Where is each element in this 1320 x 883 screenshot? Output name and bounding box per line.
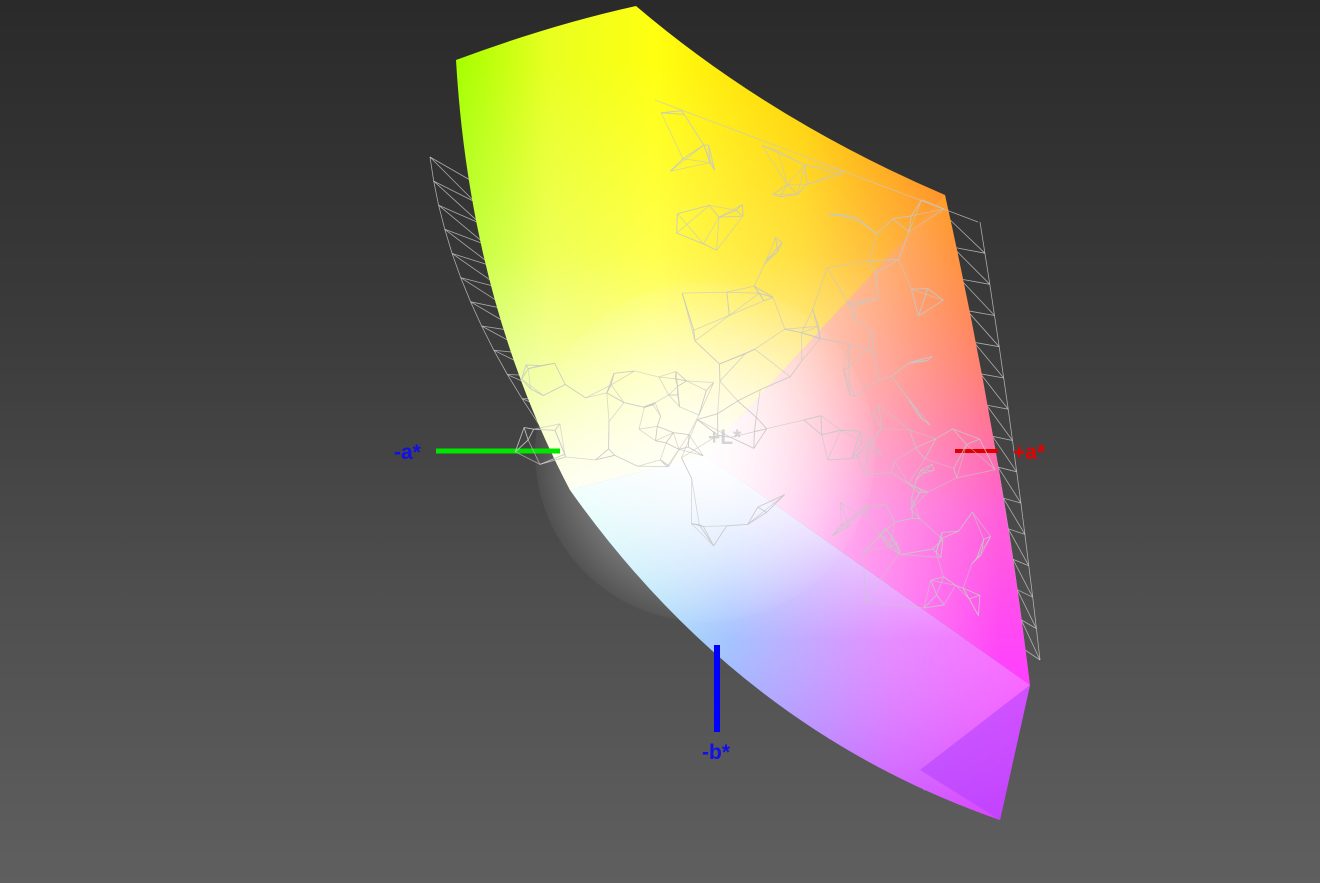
wire-edge [637, 465, 668, 468]
wire-edge [1020, 503, 1026, 535]
wire-edge [438, 204, 480, 224]
gamut-3d-viewport[interactable]: -a* +a* -b* +L* [0, 0, 1320, 883]
wire-edge [527, 429, 535, 441]
wire-edge [523, 427, 529, 441]
wire-edge [1024, 534, 1030, 566]
gamut-3d-scene: -a* +a* -b* +L* [394, 6, 1046, 820]
pos-l-axis-label: +L* [708, 426, 742, 449]
wire-edge [438, 205, 446, 230]
wire-edge [1028, 565, 1034, 598]
wire-edge [986, 404, 1009, 410]
wire-edge [979, 221, 986, 254]
neg-b-axis-label: -b* [702, 741, 731, 764]
wire-edge [451, 253, 462, 278]
wire-edge [433, 180, 475, 202]
display-gamut-surface [456, 6, 1030, 820]
wire-edge [1032, 597, 1037, 629]
wire-edge [444, 229, 453, 254]
wire-edge [1016, 471, 1022, 504]
pos-a-axis-label: +a* [1013, 441, 1046, 464]
wire-edge [524, 427, 534, 430]
neg-a-axis-label: -a* [394, 441, 422, 464]
wire-edge [1012, 558, 1029, 567]
wire-edge [753, 431, 755, 449]
wire-edge [742, 204, 744, 217]
